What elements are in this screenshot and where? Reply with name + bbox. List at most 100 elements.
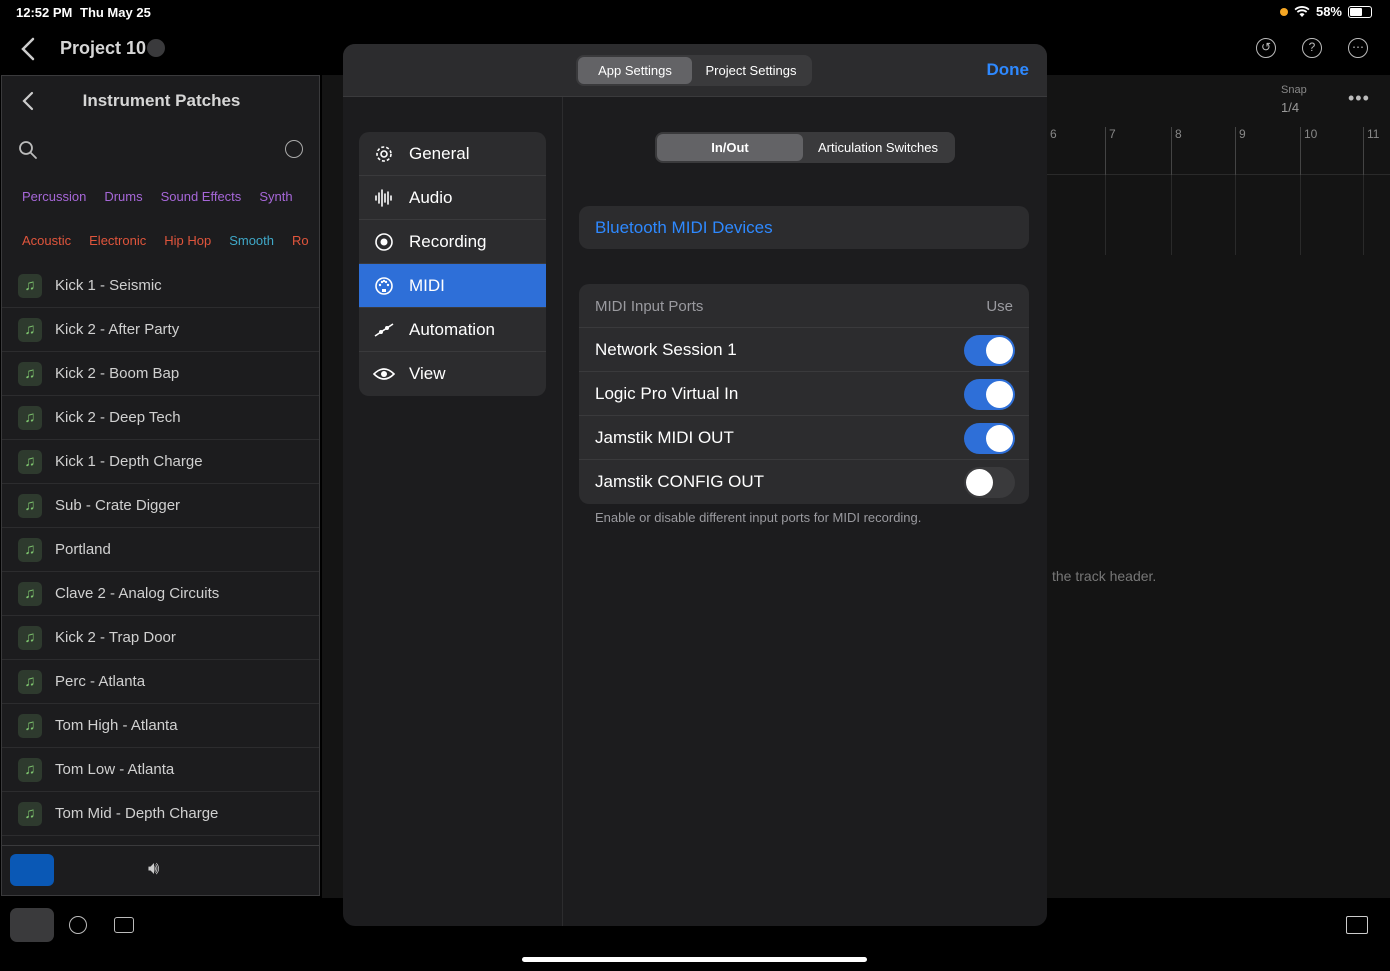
tag-synth[interactable]: Synth <box>259 189 292 204</box>
chevron-down-icon[interactable] <box>147 39 165 57</box>
library-search[interactable] <box>2 126 319 174</box>
list-item[interactable]: ♫ Tom Mid - Depth Charge <box>2 792 319 836</box>
music-note-icon: ♫ <box>18 581 42 606</box>
tag-drums[interactable]: Drums <box>104 189 142 204</box>
tag-partial[interactable]: Ro <box>292 233 309 248</box>
ports-use-label: Use <box>986 298 1013 315</box>
tag-acoustic[interactable]: Acoustic <box>22 233 71 248</box>
patch-name: Tom Mid - Depth Charge <box>55 805 219 822</box>
tab-project-settings[interactable]: Project Settings <box>692 57 810 84</box>
tab-app-settings[interactable]: App Settings <box>578 57 692 84</box>
timeline-ruler[interactable]: 6 7 8 9 10 11 <box>1046 127 1390 175</box>
menu-item-midi[interactable]: MIDI <box>359 264 546 308</box>
library-title: Instrument Patches <box>82 91 241 110</box>
settings-menu: General Audio Recording MIDI Automation <box>359 132 546 396</box>
port-toggle[interactable] <box>964 467 1015 498</box>
music-note-icon: ♫ <box>18 713 42 738</box>
toggle-knob <box>986 425 1013 452</box>
list-item[interactable]: ♫ Perc - Atlanta <box>2 660 319 704</box>
grid-line <box>1300 175 1301 255</box>
instrument-library-panel: Instrument Patches Percussion Drums Soun… <box>1 75 320 896</box>
tab-in-out[interactable]: In/Out <box>657 134 803 161</box>
tag-smooth[interactable]: Smooth <box>229 233 274 248</box>
patch-list: ♫ Kick 1 - Seismic ♫ Kick 2 - After Party … <box>2 264 319 836</box>
music-note-icon: ♫ <box>18 757 42 782</box>
music-note-icon: ♫ <box>18 801 42 826</box>
project-title[interactable]: Project 10 <box>60 38 146 59</box>
filter-icon[interactable] <box>285 140 303 158</box>
patch-name: Kick 2 - Trap Door <box>55 629 176 646</box>
modal-header: App Settings Project Settings Done <box>343 44 1047 97</box>
battery-percent: 58% <box>1315 4 1342 19</box>
bluetooth-midi-devices-link[interactable]: Bluetooth MIDI Devices <box>595 218 773 238</box>
grid-line <box>1235 175 1236 255</box>
music-note-icon: ♫ <box>18 361 42 386</box>
tag-electronic[interactable]: Electronic <box>89 233 146 248</box>
list-item[interactable]: ♫ Kick 2 - Boom Bap <box>2 352 319 396</box>
list-item[interactable]: ♫ Kick 1 - Depth Charge <box>2 440 319 484</box>
wifi-icon <box>1294 5 1310 17</box>
menu-item-recording[interactable]: Recording <box>359 220 546 264</box>
list-item[interactable]: ♫ Kick 2 - Deep Tech <box>2 396 319 440</box>
list-item[interactable]: ♫ Tom High - Atlanta <box>2 704 319 748</box>
menu-item-general[interactable]: General <box>359 132 546 176</box>
info-icon[interactable] <box>69 916 87 934</box>
patch-name: Kick 2 - Boom Bap <box>55 365 180 382</box>
back-icon[interactable] <box>18 36 40 62</box>
music-note-icon: ♫ <box>18 537 42 562</box>
port-row: Logic Pro Virtual In <box>579 372 1029 416</box>
speaker-icon[interactable]: 🔊︎ <box>148 858 159 879</box>
list-item[interactable]: ♫ Kick 2 - After Party <box>2 308 319 352</box>
menu-item-view[interactable]: View <box>359 352 546 396</box>
list-item[interactable]: ♫ Tom Low - Atlanta <box>2 748 319 792</box>
bluetooth-midi-devices-row[interactable]: Bluetooth MIDI Devices <box>579 206 1029 249</box>
help-icon[interactable]: ? <box>1302 38 1322 58</box>
sidebar-icon[interactable] <box>114 917 134 933</box>
ports-footer-text: Enable or disable different input ports … <box>595 510 922 525</box>
patch-name: Kick 2 - After Party <box>55 321 180 338</box>
port-toggle[interactable] <box>964 379 1015 410</box>
tag-sound-effects[interactable]: Sound Effects <box>161 189 242 204</box>
waveform-icon <box>373 187 395 209</box>
port-toggle[interactable] <box>964 335 1015 366</box>
music-note-icon: ♫ <box>18 625 42 650</box>
port-name: Network Session 1 <box>595 340 737 359</box>
undo-history-icon[interactable]: ↺ <box>1256 38 1276 58</box>
ruler-bar: 7 <box>1105 127 1116 175</box>
tag-percussion[interactable]: Percussion <box>22 189 86 204</box>
port-row: Jamstik CONFIG OUT <box>579 460 1029 504</box>
ruler-bar: 11 <box>1363 127 1379 175</box>
list-item[interactable]: ♫ Portland <box>2 528 319 572</box>
piano-keyboard-icon[interactable] <box>1346 916 1368 934</box>
tracks-more-icon[interactable]: ••• <box>1348 88 1370 109</box>
more-options-icon[interactable]: ⋯ <box>1348 38 1368 58</box>
library-button[interactable] <box>10 908 54 942</box>
status-right: 58% <box>1279 4 1372 19</box>
ports-header: MIDI Input Ports Use <box>579 284 1029 328</box>
list-item[interactable]: ♫ Sub - Crate Digger <box>2 484 319 528</box>
automation-icon <box>373 319 395 341</box>
music-note-icon: ♫ <box>18 317 42 342</box>
menu-item-automation[interactable]: Automation <box>359 308 546 352</box>
list-item[interactable]: ♫ Clave 2 - Analog Circuits <box>2 572 319 616</box>
browser-toggle-button[interactable] <box>10 854 54 886</box>
ruler-bar: 6 <box>1046 127 1057 175</box>
list-item[interactable]: ♫ Kick 1 - Seismic <box>2 264 319 308</box>
mic-indicator-icon <box>1279 7 1288 16</box>
gear-icon <box>373 143 395 165</box>
port-toggle[interactable] <box>964 423 1015 454</box>
done-button[interactable]: Done <box>987 60 1030 80</box>
toggle-knob <box>966 469 993 496</box>
patch-name: Perc - Atlanta <box>55 673 146 690</box>
tag-hip-hop[interactable]: Hip Hop <box>164 233 211 248</box>
menu-item-label: View <box>409 364 446 383</box>
snap-value[interactable]: 1/4 <box>1281 100 1299 115</box>
menu-item-label: General <box>409 143 470 163</box>
menu-item-audio[interactable]: Audio <box>359 176 546 220</box>
list-item[interactable]: ♫ Kick 2 - Trap Door <box>2 616 319 660</box>
home-indicator[interactable] <box>522 957 867 962</box>
music-note-icon: ♫ <box>18 273 42 298</box>
tab-articulation-switches[interactable]: Articulation Switches <box>803 134 953 161</box>
music-note-icon: ♫ <box>18 449 42 474</box>
search-icon[interactable] <box>18 140 38 160</box>
